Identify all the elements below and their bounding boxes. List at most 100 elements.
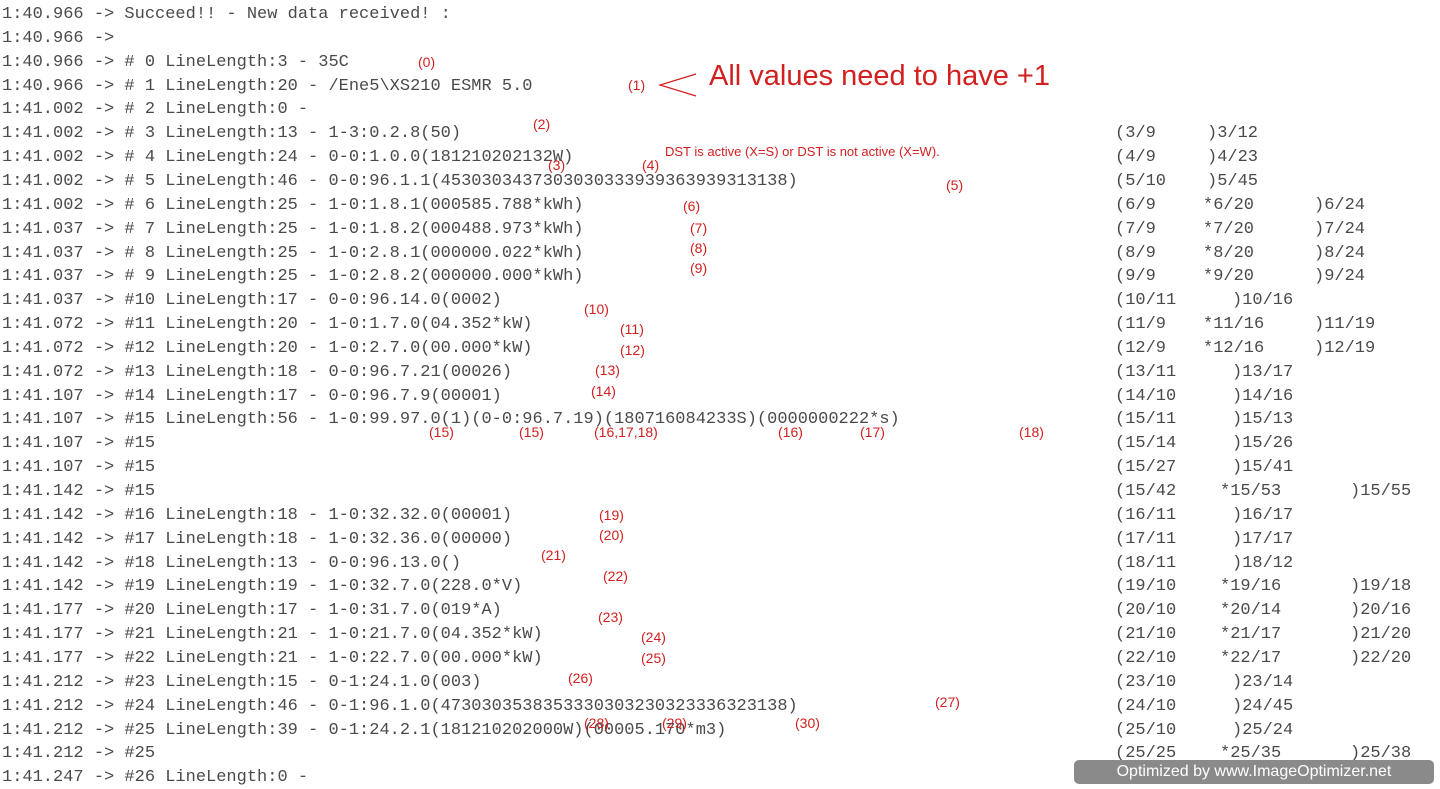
log-text: Succeed!! - New data received! : [114,5,451,24]
annotation-label: (17) [860,424,885,440]
annotation-label: (21) [541,547,566,563]
column-value: *7/20 [1203,219,1255,239]
log-text: # 0 LineLength:3 - 35C [114,52,349,72]
log-text: #12 LineLength:20 - 1-0:2.7.0(00.000*kW) [114,338,533,358]
column-value: )8/24 [1314,243,1366,263]
column-value: (8/9 [1115,243,1156,263]
column-value: (23/10 [1115,672,1177,692]
column-value: (14/10 [1115,386,1177,406]
log-timestamp: 1:41.142 -> [2,553,115,573]
log-timestamp: 1:41.072 -> [2,315,115,335]
log-text: #15 [114,458,156,478]
log-line: 1:41.107 -> #15 [2,457,155,479]
annotation-label: (27) [935,694,960,710]
log-text: #15 [114,434,156,454]
dst-note: DST is active (X=S) or DST is not active… [665,144,940,159]
log-timestamp: 1:40.966 -> [2,5,115,24]
log-timestamp: 1:41.107 -> [2,386,115,406]
log-line: 1:41.107 -> #14 LineLength:17 - 0-0:96.7… [2,386,502,408]
column-value: *9/20 [1203,267,1255,287]
column-value: )17/17 [1232,529,1294,549]
log-text: #22 LineLength:21 - 1-0:22.7.0(00.000*kW… [114,648,543,668]
log-timestamp: 1:41.177 -> [2,625,115,645]
column-value: )25/24 [1232,720,1294,740]
annotation-label: (9) [690,260,708,276]
log-line: 1:41.072 -> #11 LineLength:20 - 1-0:1.7.… [2,314,533,336]
log-text: #21 LineLength:21 - 1-0:21.7.0(04.352*kW… [114,625,543,645]
column-value: )18/12 [1232,553,1294,573]
column-value: *22/17 [1220,648,1282,668]
log-text: #24 LineLength:46 - 0-1:96.1.0(473030353… [114,696,798,716]
annotation-label: (8) [690,240,708,256]
log-line: 1:41.037 -> #10 LineLength:17 - 0-0:96.1… [2,290,502,312]
log-timestamp: 1:41.107 -> [2,458,115,478]
log-timestamp: 1:41.002 -> [2,171,115,191]
log-text: #19 LineLength:19 - 1-0:32.7.0(228.0*V) [114,577,523,597]
log-timestamp: 1:41.247 -> [2,768,115,788]
log-text: # 8 LineLength:25 - 1-0:2.8.1(000000.022… [114,243,584,263]
column-value: (15/42 [1115,482,1177,501]
annotation-label: (24) [641,629,666,645]
log-timestamp: 1:41.107 -> [2,434,115,454]
annotation-label: (3) [548,157,566,173]
column-value: )23/14 [1232,672,1294,692]
column-value: )22/20 [1350,648,1412,668]
log-timestamp: 1:41.002 -> [2,148,115,168]
column-value: )4/23 [1207,148,1259,168]
column-value: )15/26 [1232,434,1294,454]
log-line: 1:41.247 -> #26 LineLength:0 - [2,767,308,789]
log-timestamp: 1:41.142 -> [2,529,115,549]
annotation-label: (20) [599,527,624,543]
log-timestamp: 1:41.142 -> [2,505,115,525]
annotation-label: (25) [641,650,666,666]
log-timestamp: 1:41.107 -> [2,410,115,430]
log-text: # 3 LineLength:13 - 1-3:0.2.8(50) [114,124,462,144]
column-value: (13/11 [1115,362,1177,382]
annotation-label: (18) [1019,424,1044,440]
annotation-label: (15) [519,424,544,440]
log-text: #13 LineLength:18 - 0-0:96.7.21(00026) [114,362,513,382]
column-value: (25/10 [1115,720,1177,740]
annotation-label: (14) [591,383,616,399]
log-text: #23 LineLength:15 - 0-1:24.1.0(003) [114,672,482,692]
column-value: *11/16 [1203,315,1265,335]
annotation-label: (15) [429,424,454,440]
column-value: (7/9 [1115,219,1156,239]
annotation-label: (5) [946,177,964,193]
log-line: 1:41.072 -> #12 LineLength:20 - 1-0:2.7.… [2,338,533,360]
log-line: 1:41.037 -> # 9 LineLength:25 - 1-0:2.8.… [2,266,584,288]
annotation-label: (26) [568,670,593,686]
column-value: (21/10 [1115,625,1177,645]
log-text: #26 LineLength:0 - [114,768,309,788]
annotation-label: (4) [642,157,660,173]
column-value: )19/18 [1350,577,1412,597]
log-text: #10 LineLength:17 - 0-0:96.14.0(0002) [114,291,502,311]
column-value: (15/11 [1115,410,1177,430]
log-line: 1:40.966 -> # 1 LineLength:20 - /Ene5\XS… [2,76,533,98]
log-line: 1:41.142 -> #17 LineLength:18 - 1-0:32.3… [2,529,512,551]
column-value: )5/45 [1207,171,1259,191]
log-line: 1:41.142 -> #18 LineLength:13 - 0-0:96.1… [2,553,461,575]
log-text: # 7 LineLength:25 - 1-0:1.8.2(000488.973… [114,219,584,239]
column-value: )6/24 [1314,195,1366,215]
log-line: 1:41.142 -> #19 LineLength:19 - 1-0:32.7… [2,576,522,598]
log-timestamp: 1:41.037 -> [2,243,115,263]
log-line: 1:41.002 -> # 2 LineLength:0 - [2,99,308,121]
column-value: )11/19 [1314,315,1376,335]
annotation-label: (2) [533,116,551,132]
log-line: 1:41.142 -> #15 [2,481,155,503]
annotation-label: (22) [603,568,628,584]
annotation-label: (12) [620,342,645,358]
column-value: )15/55 [1350,482,1412,501]
log-timestamp: 1:41.212 -> [2,744,115,764]
log-text: #25 [114,744,156,764]
column-value: (5/10 [1115,171,1167,191]
log-timestamp: 1:41.072 -> [2,362,115,382]
log-text: # 6 LineLength:25 - 1-0:1.8.1(000585.788… [114,195,584,215]
log-text: #14 LineLength:17 - 0-0:96.7.9(00001) [114,386,502,406]
column-value: *15/53 [1220,482,1282,501]
column-value: )16/17 [1232,505,1294,525]
log-text: # 4 LineLength:24 - 0-0:1.0.0(1812102021… [114,148,574,168]
annotation-label: (11) [620,321,644,337]
column-value: )24/45 [1232,696,1294,716]
